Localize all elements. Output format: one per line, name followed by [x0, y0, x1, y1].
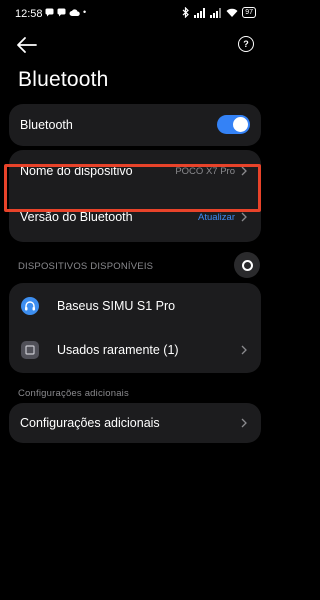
- rarely-used-row[interactable]: Usados raramente (1): [9, 327, 261, 373]
- device-icon: [21, 341, 39, 359]
- wifi-icon: [226, 8, 238, 17]
- status-time: 12:58: [15, 8, 43, 20]
- cloud-icon: [69, 8, 80, 16]
- bluetooth-toggle-switch[interactable]: [217, 115, 250, 134]
- device-row[interactable]: Baseus SIMU S1 Pro: [9, 283, 261, 329]
- chevron-right-icon: [241, 418, 247, 428]
- battery-icon: 97: [242, 7, 256, 18]
- bluetooth-icon: [182, 7, 190, 18]
- available-devices-card: Baseus SIMU S1 Pro Usados raramente (1): [9, 283, 261, 373]
- headphones-icon: [21, 297, 39, 315]
- status-right-icons: 97: [182, 7, 256, 18]
- status-bar: 12:58 • 97: [0, 0, 270, 30]
- top-bar: ?: [0, 32, 270, 58]
- signal-icon: [194, 7, 206, 18]
- highlight-box: [4, 164, 261, 212]
- signal-icon-2: [210, 7, 222, 18]
- bluetooth-toggle-card[interactable]: Bluetooth: [9, 104, 261, 146]
- page-title: Bluetooth: [18, 68, 109, 91]
- message-icon: [45, 8, 54, 16]
- update-link[interactable]: Atualizar: [198, 212, 235, 223]
- device-name: Baseus SIMU S1 Pro: [57, 299, 176, 313]
- back-arrow-icon[interactable]: [16, 36, 38, 54]
- additional-settings-header: Configurações adicionais: [18, 388, 129, 399]
- status-left-icons: •: [45, 7, 86, 17]
- bluetooth-toggle-label: Bluetooth: [20, 118, 73, 132]
- additional-settings-label: Configurações adicionais: [20, 416, 160, 430]
- chevron-right-icon: [241, 345, 247, 355]
- bluetooth-version-label: Versão do Bluetooth: [20, 210, 133, 224]
- more-dots-icon: •: [83, 7, 87, 17]
- message-icon-2: [57, 8, 66, 16]
- help-icon[interactable]: ?: [238, 36, 254, 52]
- rarely-used-label: Usados raramente (1): [57, 343, 179, 357]
- available-devices-header: DISPOSITIVOS DISPONÍVEIS: [18, 261, 154, 272]
- chevron-right-icon: [241, 212, 247, 222]
- refresh-scan-button[interactable]: [234, 252, 260, 278]
- additional-settings-card[interactable]: Configurações adicionais: [9, 403, 261, 443]
